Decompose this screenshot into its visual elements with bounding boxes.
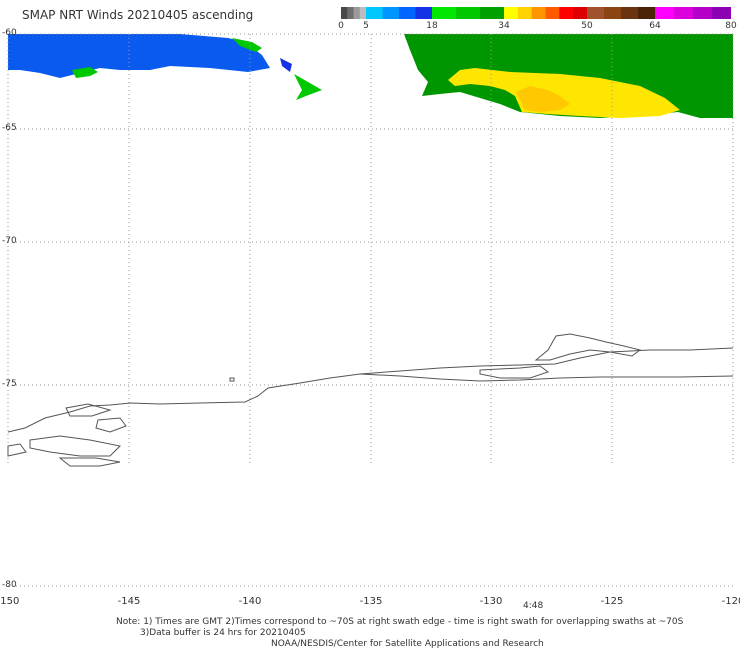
longitude-label: -145 bbox=[117, 596, 141, 607]
coastline-island-5 bbox=[58, 457, 121, 467]
note-line-1: Note: 1) Times are GMT 2)Times correspon… bbox=[116, 617, 684, 627]
coastline-island-6 bbox=[229, 377, 235, 382]
longitude-label: -140 bbox=[238, 596, 262, 607]
longitude-label: -130 bbox=[479, 596, 503, 607]
swath-left bbox=[8, 34, 322, 100]
coastline-island-4 bbox=[7, 443, 27, 457]
coastline-island-3 bbox=[29, 435, 122, 457]
longitude-label: -125 bbox=[600, 596, 624, 607]
longitude-label: -135 bbox=[359, 596, 383, 607]
latitude-label: -65 bbox=[2, 123, 17, 133]
longitude-label: -120 bbox=[721, 596, 740, 607]
wind-area-green-arrow bbox=[294, 74, 322, 100]
wind-area-blue bbox=[8, 34, 270, 78]
longitude-label: -150 bbox=[0, 596, 20, 607]
coastline-shelf bbox=[359, 373, 734, 382]
wind-map bbox=[7, 33, 734, 587]
latitude-label: -60 bbox=[2, 28, 17, 38]
latitude-label: -75 bbox=[2, 379, 17, 389]
swath-time-label: 4:48 bbox=[523, 601, 544, 611]
latitude-label: -80 bbox=[2, 580, 17, 590]
note-line-2: 3)Data buffer is 24 hrs for 20210405 bbox=[140, 628, 306, 638]
wind-area-blue-tip bbox=[280, 58, 292, 72]
swath-right bbox=[404, 34, 733, 118]
coastline-ice-shelf bbox=[479, 365, 550, 379]
coastline-island-2 bbox=[95, 417, 127, 433]
note-line-3: NOAA/NESDIS/Center for Satellite Applica… bbox=[271, 639, 544, 649]
latitude-label: -70 bbox=[2, 236, 17, 246]
